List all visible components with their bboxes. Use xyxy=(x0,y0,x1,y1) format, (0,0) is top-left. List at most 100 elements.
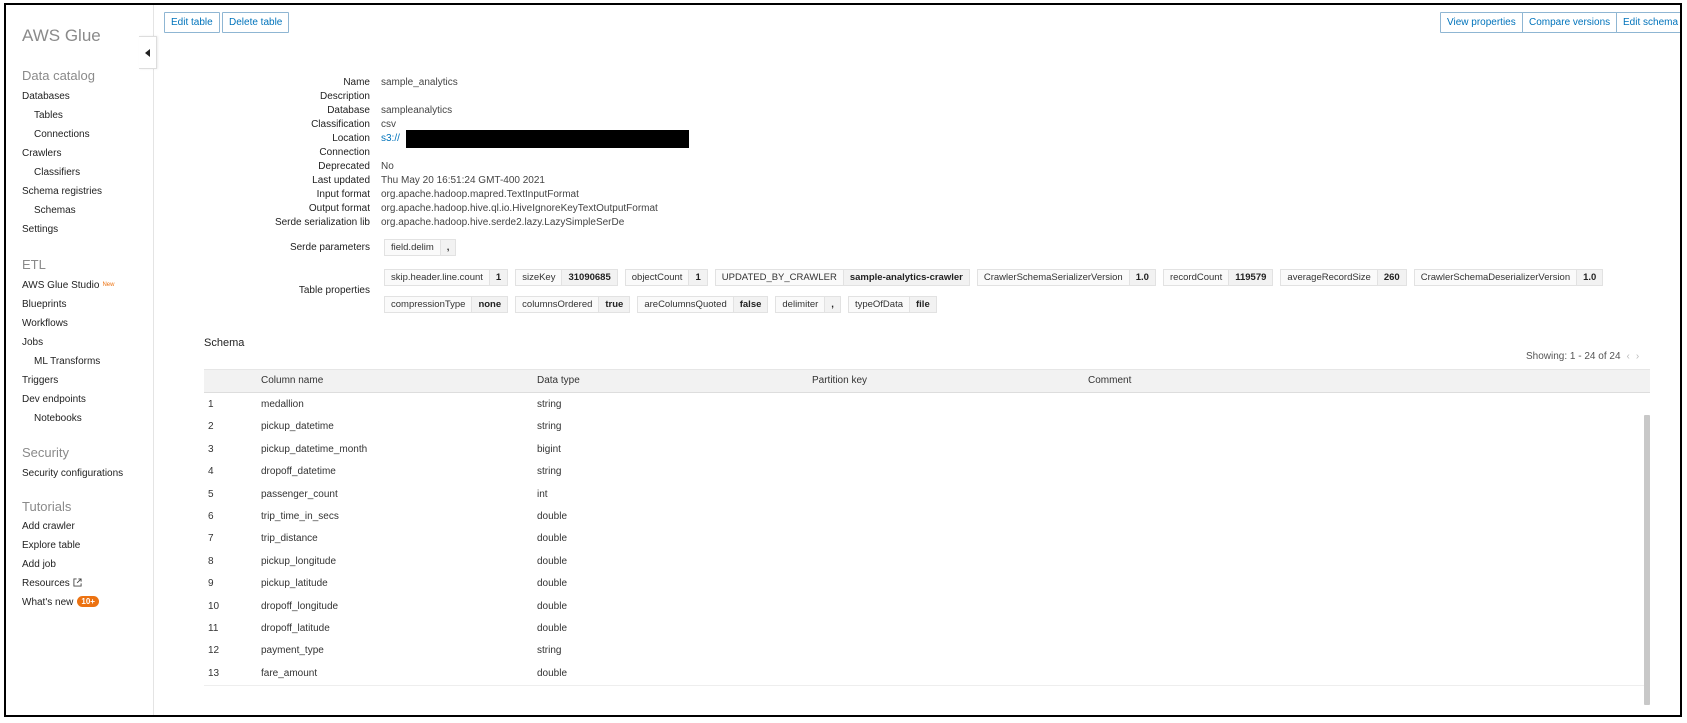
sidebar-group-data-catalog: Data catalog xyxy=(22,68,95,83)
sidebar-item-glue-studio[interactable]: AWS Glue Studio New xyxy=(22,280,114,291)
table-row[interactable]: 9 pickup_latitude double xyxy=(204,572,1644,597)
column-name-cell: pickup_longitude xyxy=(261,555,337,567)
pagination-info: Showing: 1 - 24 of 24 ‹ › xyxy=(1526,351,1639,362)
column-name-cell: pickup_datetime_month xyxy=(261,443,368,455)
table-property-key: areColumnsQuoted xyxy=(637,296,734,313)
database-label: Database xyxy=(327,105,370,116)
edit-table-button[interactable]: Edit table xyxy=(164,12,220,33)
table-property-value: 1.0 xyxy=(1129,269,1156,286)
collapse-sidebar-button[interactable] xyxy=(139,36,157,69)
sidebar-group-tutorials: Tutorials xyxy=(22,499,72,514)
sidebar-item-databases[interactable]: Databases xyxy=(22,91,70,102)
sidebar-item-add-crawler[interactable]: Add crawler xyxy=(22,521,75,532)
output-format-label: Output format xyxy=(308,203,370,214)
sidebar-item-classifiers[interactable]: Classifiers xyxy=(34,167,80,178)
table-property-value: 1.0 xyxy=(1577,269,1604,286)
data-type-cell: string xyxy=(537,645,562,657)
edit-schema-button[interactable]: Edit schema xyxy=(1616,12,1680,33)
column-name-cell: pickup_latitude xyxy=(261,578,328,590)
sidebar-item-security-configurations[interactable]: Security configurations xyxy=(22,468,123,479)
sidebar-group-etl: ETL xyxy=(22,257,46,272)
sidebar-item-jobs[interactable]: Jobs xyxy=(22,337,43,348)
data-type-cell: double xyxy=(537,511,568,522)
sidebar-item-settings[interactable]: Settings xyxy=(22,224,58,235)
sidebar-item-workflows[interactable]: Workflows xyxy=(22,318,68,329)
view-properties-button[interactable]: View properties xyxy=(1440,12,1523,33)
row-number: 1 xyxy=(208,399,214,410)
data-type-cell: string xyxy=(537,466,562,478)
table-property-value: false xyxy=(733,296,769,313)
row-number: 3 xyxy=(208,443,214,455)
table-property-value: 260 xyxy=(1377,269,1407,286)
input-format-label: Input format xyxy=(316,189,370,200)
sidebar-item-whats-new[interactable]: What's new 10+ xyxy=(22,596,99,608)
data-type-cell: double xyxy=(537,667,568,679)
table-property-key: CrawlerSchemaSerializerVersion xyxy=(976,269,1130,286)
deprecated-value: No xyxy=(381,161,394,172)
partition-key-header[interactable]: Partition key xyxy=(812,375,867,386)
sidebar-item-triggers[interactable]: Triggers xyxy=(22,375,58,386)
table-row[interactable]: 3 pickup_datetime_month bigint xyxy=(204,437,1644,462)
location-label: Location xyxy=(332,133,370,144)
schema-table-header: Column name Data type Partition key Comm… xyxy=(204,370,1650,393)
column-name-header[interactable]: Column name xyxy=(261,375,323,386)
sidebar-item-connections[interactable]: Connections xyxy=(34,129,90,140)
table-property-key: skip.header.line.count xyxy=(384,269,490,286)
row-number: 7 xyxy=(208,533,214,545)
new-badge: New xyxy=(102,282,115,289)
table-row[interactable]: 10 dropoff_longitude double xyxy=(204,594,1644,619)
location-link[interactable]: s3:// xyxy=(381,133,400,144)
column-name-cell: dropoff_longitude xyxy=(261,600,339,612)
sidebar-item-ml-transforms[interactable]: ML Transforms xyxy=(34,356,100,367)
table-row[interactable]: 12 payment_type string xyxy=(204,639,1644,664)
sidebar-item-resources[interactable]: Resources xyxy=(22,578,82,589)
column-name-cell: medallion xyxy=(261,399,304,410)
sidebar-item-blueprints[interactable]: Blueprints xyxy=(22,299,66,310)
table-property-value: file xyxy=(910,296,937,313)
sidebar-item-schemas[interactable]: Schemas xyxy=(34,205,76,216)
table-row[interactable]: 13 fare_amount double xyxy=(204,661,1644,686)
table-row[interactable]: 5 passenger_count int xyxy=(204,482,1644,507)
last-updated-value: Thu May 20 16:51:24 GMT-400 2021 xyxy=(381,175,545,186)
sidebar-item-crawlers[interactable]: Crawlers xyxy=(22,148,61,159)
sidebar-item-dev-endpoints[interactable]: Dev endpoints xyxy=(22,394,86,405)
sidebar-item-add-job[interactable]: Add job xyxy=(22,559,56,570)
table-row[interactable]: 1 medallion string xyxy=(204,393,1644,417)
table-row[interactable]: 11 dropoff_latitude double xyxy=(204,617,1644,641)
name-value: sample_analytics xyxy=(381,77,458,88)
table-property-value: 1 xyxy=(689,269,708,286)
table-property-value: true xyxy=(599,296,631,313)
table-row[interactable]: 2 pickup_datetime string xyxy=(204,415,1644,440)
table-property-value: 119579 xyxy=(1229,269,1274,286)
table-property-value: 31090685 xyxy=(562,269,618,286)
prev-page-icon[interactable]: ‹ xyxy=(1627,351,1630,362)
table-row[interactable]: 8 pickup_longitude double xyxy=(204,549,1644,574)
table-property-key: delimiter xyxy=(775,296,826,313)
row-number: 5 xyxy=(208,488,214,500)
sidebar-item-schema-registries[interactable]: Schema registries xyxy=(22,186,102,197)
table-row[interactable]: 7 trip_distance double xyxy=(204,527,1644,552)
table-row[interactable]: 6 trip_time_in_secs double xyxy=(204,505,1644,529)
column-name-cell: dropoff_datetime xyxy=(261,466,336,478)
sidebar-item-explore-table[interactable]: Explore table xyxy=(22,540,80,551)
comment-header[interactable]: Comment xyxy=(1088,375,1131,386)
name-label: Name xyxy=(343,77,370,88)
table-property-key: typeOfData xyxy=(847,296,910,313)
table-scrollbar[interactable] xyxy=(1644,415,1650,705)
input-format-value: org.apache.hadoop.mapred.TextInputFormat xyxy=(381,189,579,200)
column-name-cell: payment_type xyxy=(261,645,324,657)
sidebar-item-tables[interactable]: Tables xyxy=(34,110,63,121)
data-type-cell: string xyxy=(537,421,562,433)
data-type-header[interactable]: Data type xyxy=(537,375,580,386)
external-link-icon xyxy=(73,578,82,587)
table-row[interactable]: 4 dropoff_datetime string xyxy=(204,460,1644,485)
delete-table-button[interactable]: Delete table xyxy=(222,12,290,33)
sidebar-item-notebooks[interactable]: Notebooks xyxy=(34,413,82,424)
compare-versions-button[interactable]: Compare versions xyxy=(1522,12,1618,33)
serde-lib-value: org.apache.hadoop.hive.serde2.lazy.LazyS… xyxy=(381,217,625,228)
row-number: 2 xyxy=(208,421,214,433)
table-property-key: compressionType xyxy=(384,296,473,313)
table-property-value: sample-analytics-crawler xyxy=(843,269,970,286)
next-page-icon[interactable]: › xyxy=(1636,351,1639,362)
row-number: 9 xyxy=(208,578,214,590)
